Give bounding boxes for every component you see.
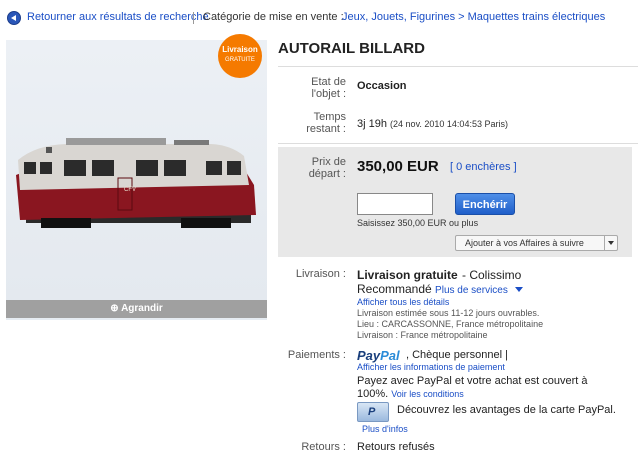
more-services-link[interactable]: Plus de services	[435, 285, 508, 296]
paypal-coverage: Payez avec PayPal et votre achat est cou…	[357, 375, 588, 400]
train-marking: CFV	[124, 187, 136, 193]
add-to-watchlist-button[interactable]: Ajouter à vos Affaires à suivre	[455, 235, 618, 251]
starting-price: 350,00 EUR	[357, 158, 439, 175]
free-shipping-badge: Livraison GRATUITE	[218, 34, 262, 78]
chevron-down-icon[interactable]	[515, 287, 524, 293]
time-left-label: Temps restant :	[306, 111, 346, 135]
page-title: AUTORAIL BILLARD	[278, 40, 425, 57]
breadcrumb-bar: Retourner aux résultats de recherche Cat…	[0, 0, 640, 36]
divider	[278, 66, 638, 67]
item-photo[interactable]: CFV	[6, 40, 267, 320]
bid-count-link[interactable]: [ 0 enchères ]	[450, 161, 517, 173]
end-date: (24 nov. 2010 14:04:53 Paris)	[390, 119, 508, 129]
item-location: Lieu : CARCASSONNE, France métropolitain…	[357, 319, 544, 329]
payment-info-link[interactable]: Afficher les informations de paiement	[357, 362, 505, 372]
more-info-link[interactable]: Plus d'infos	[362, 424, 408, 434]
back-arrow-icon[interactable]	[7, 11, 21, 25]
bid-amount-input[interactable]	[357, 193, 433, 215]
breadcrumb-divider	[193, 12, 194, 24]
bid-hint: Saisissez 350,00 EUR ou plus	[357, 218, 479, 228]
divider	[278, 143, 638, 144]
payment-label: Paiements :	[287, 349, 346, 361]
returns-label: Retours :	[301, 441, 346, 453]
chevron-down-icon[interactable]	[604, 236, 617, 250]
state-label: Etat de l'objet :	[311, 76, 346, 100]
category-path-link[interactable]: Jeux, Jouets, Figurines > Maquettes trai…	[342, 11, 605, 23]
watch-label: Ajouter à vos Affaires à suivre	[465, 238, 584, 248]
delivery-estimate: Livraison estimée sous 11-12 jours ouvra…	[357, 308, 540, 318]
train-image: CFV	[16, 138, 256, 228]
time-remaining: 3j 19h	[357, 118, 387, 130]
shipping-label: Livraison :	[295, 268, 346, 280]
show-shipping-details-link[interactable]: Afficher tous les détails	[357, 297, 449, 307]
returns-value: Retours refusés	[357, 441, 435, 453]
badge-line2: GRATUITE	[225, 57, 255, 63]
category-label: Catégorie de mise en vente :	[203, 11, 344, 23]
starting-price-label: Prix de départ :	[308, 156, 346, 180]
bid-button[interactable]: Enchérir	[455, 193, 515, 215]
enlarge-label: Agrandir	[121, 303, 163, 314]
shipping-service: - Colissimo	[462, 268, 522, 282]
badge-line1: Livraison	[222, 45, 258, 54]
state-value: Occasion	[357, 80, 407, 92]
shipping-title: Livraison gratuite	[357, 268, 458, 282]
shipping-service-line2: Recommandé Plus de services	[357, 282, 524, 296]
delivery-region: Livraison : France métropolitaine	[357, 330, 488, 340]
enlarge-button[interactable]: ⊕ Agrandir	[6, 300, 267, 318]
paypal-logo: PayPal	[357, 348, 400, 363]
time-left-value: 3j 19h (24 nov. 2010 14:04:53 Paris)	[357, 118, 508, 130]
paypal-card-promo: Découvrez les avantages de la carte PayP…	[397, 404, 616, 416]
back-to-results-link[interactable]: Retourner aux résultats de recherche	[27, 11, 209, 23]
conditions-link[interactable]: Voir les conditions	[391, 389, 464, 399]
paypal-card-icon: P	[357, 402, 389, 422]
other-payment-methods: , Chèque personnel |	[406, 349, 508, 361]
zoom-icon: ⊕	[110, 303, 119, 314]
